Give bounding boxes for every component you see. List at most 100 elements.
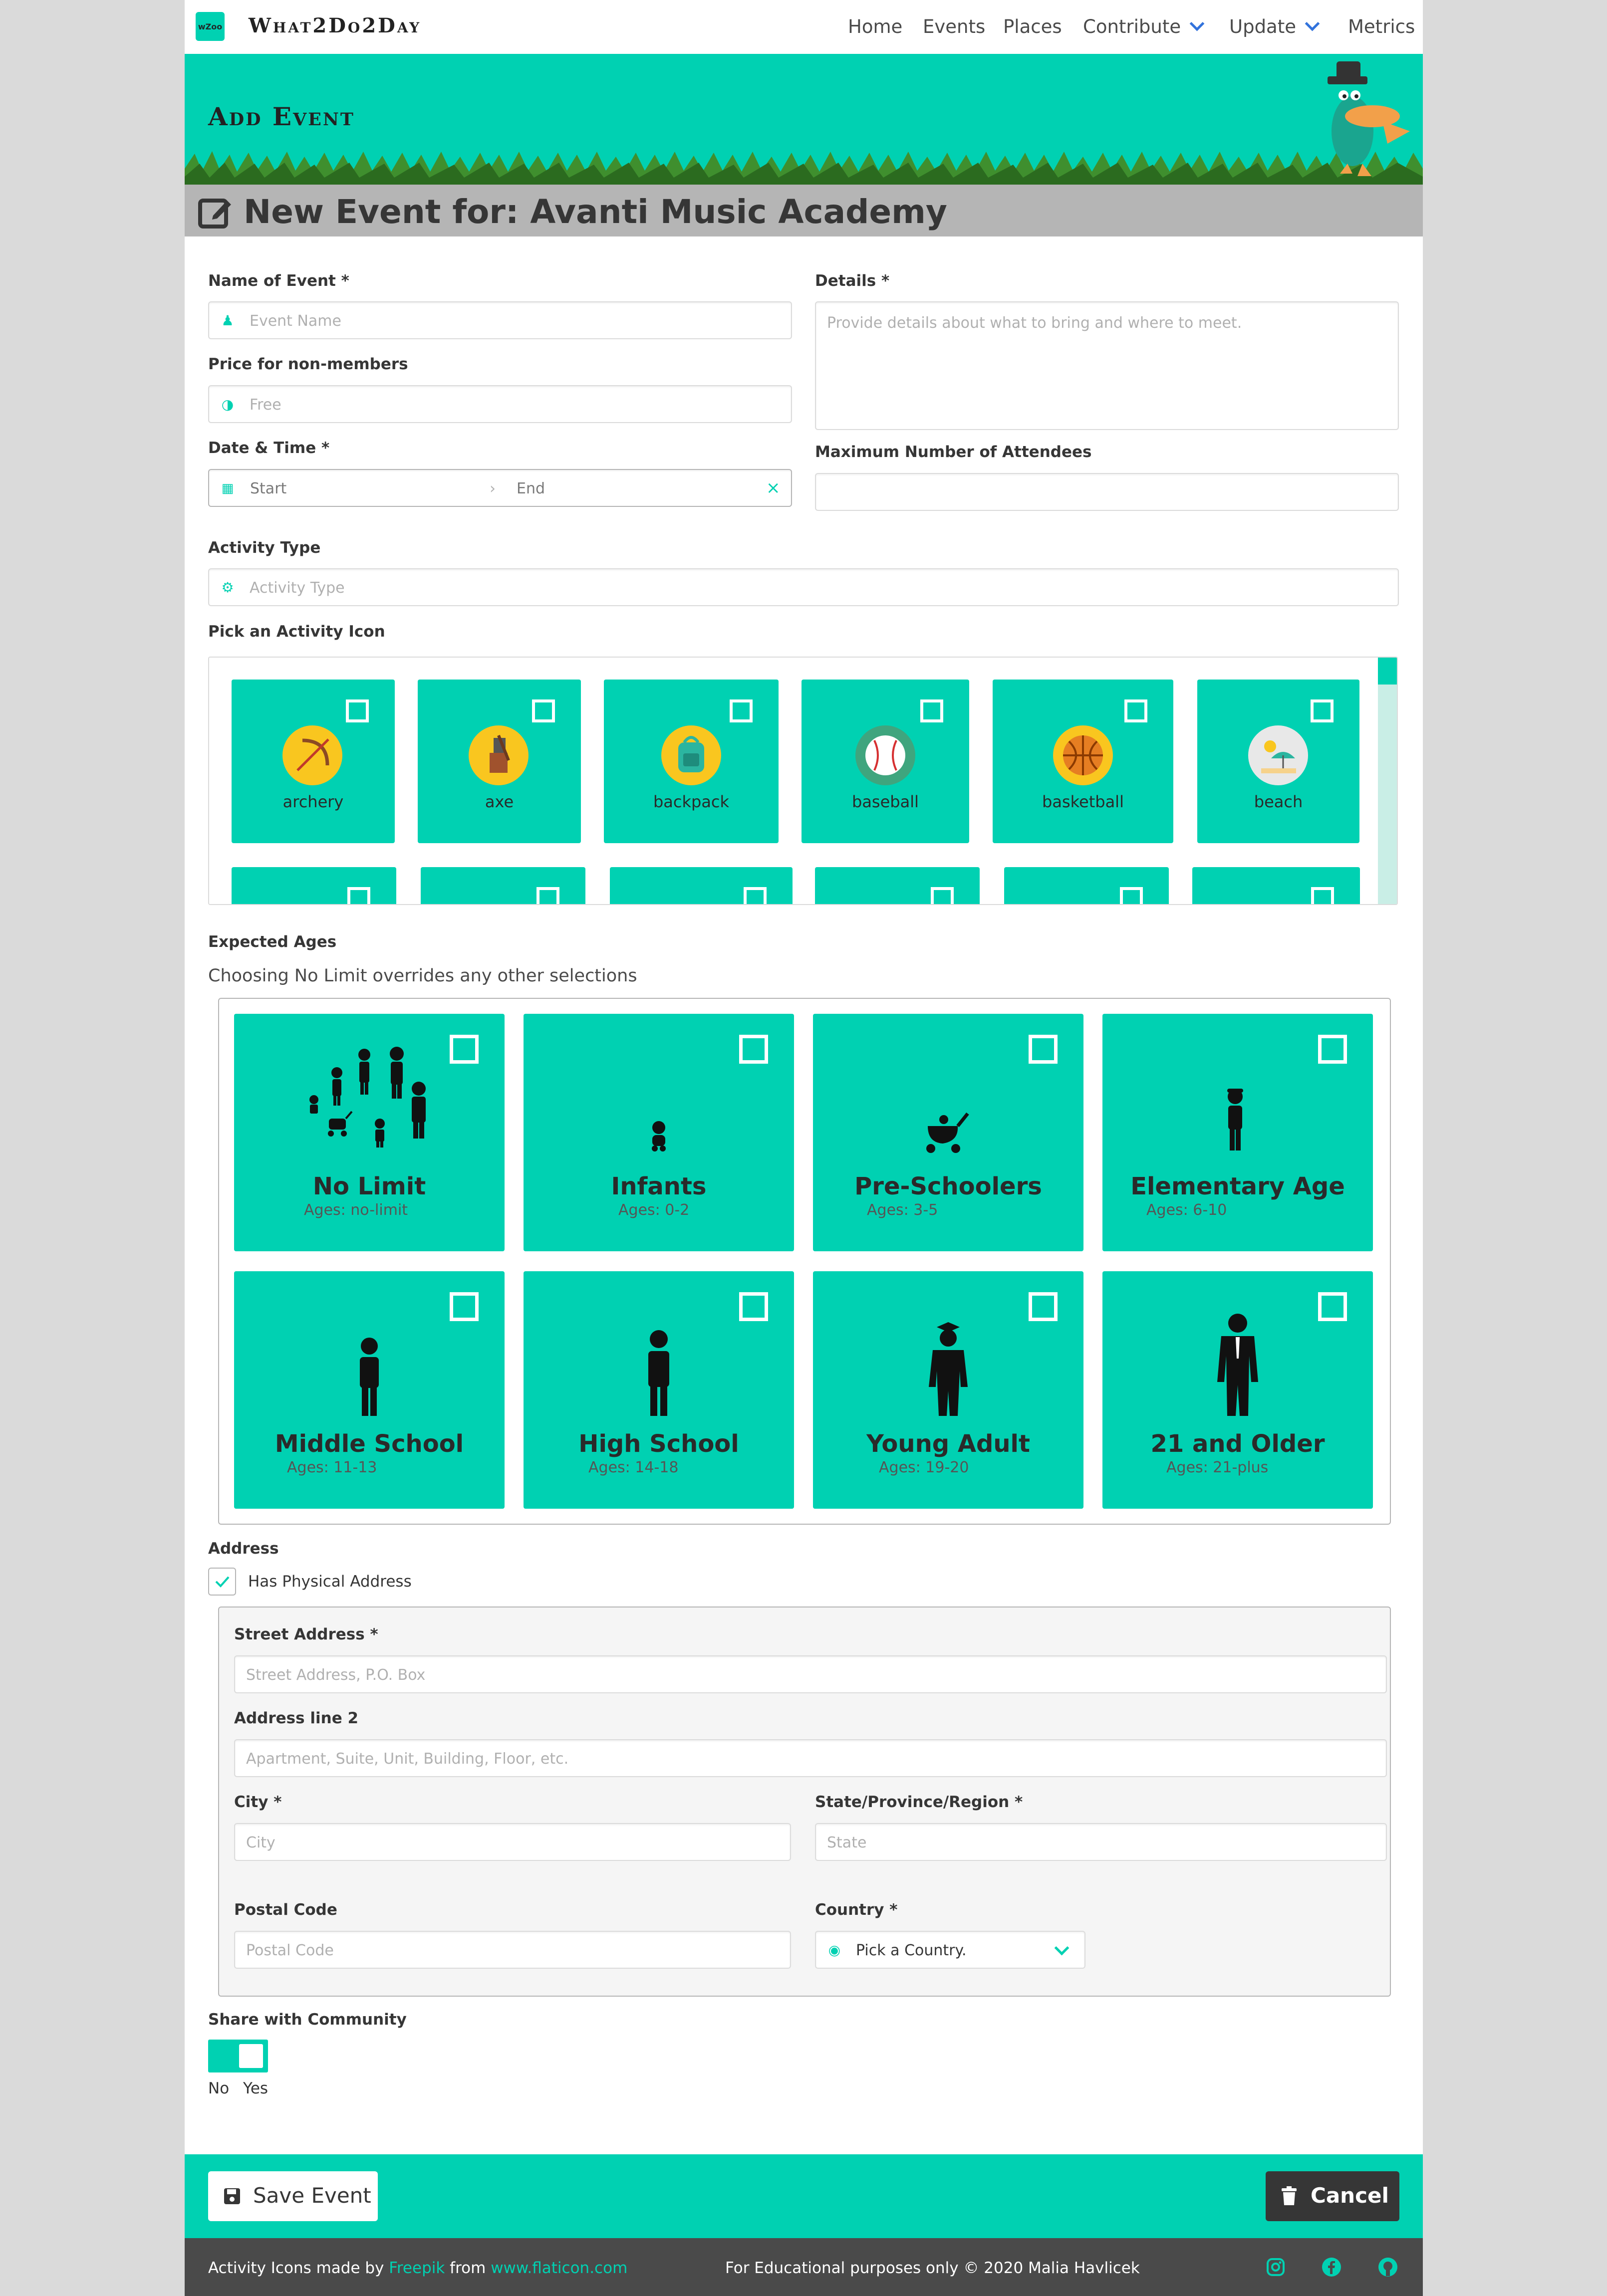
activity-card[interactable] bbox=[1192, 867, 1360, 904]
activity-checkbox[interactable] bbox=[730, 699, 753, 722]
github-icon[interactable] bbox=[1377, 2256, 1399, 2278]
activity-checkbox[interactable] bbox=[532, 699, 555, 722]
address-fieldset: Street Address * Street Address, P.O. Bo… bbox=[218, 1607, 1391, 1997]
activity-checkbox[interactable] bbox=[920, 699, 943, 722]
activity-card[interactable] bbox=[610, 867, 793, 904]
activity-checkbox[interactable] bbox=[347, 887, 370, 904]
scrollbar[interactable] bbox=[1378, 658, 1397, 904]
flaticon-link[interactable]: www.flaticon.com bbox=[491, 2259, 627, 2277]
nav-home[interactable]: Home bbox=[848, 16, 902, 37]
age-card-21-and-older[interactable]: 21 and Older Ages: 21-plus bbox=[1102, 1271, 1373, 1509]
activity-card[interactable] bbox=[232, 867, 396, 904]
country-value: Pick a Country. bbox=[856, 1942, 967, 1959]
calendar-icon: ▦ bbox=[221, 481, 234, 496]
activity-type-placeholder: Activity Type bbox=[250, 579, 345, 597]
activity-card-archery[interactable]: archery bbox=[232, 680, 395, 843]
chevron-down-icon bbox=[1189, 16, 1205, 31]
cancel-button[interactable]: Cancel bbox=[1266, 2171, 1399, 2221]
brand-name[interactable]: What2Do2Day bbox=[249, 14, 421, 37]
state-input[interactable]: State bbox=[815, 1823, 1387, 1861]
age-card-infants[interactable]: Infants Ages: 0-2 bbox=[524, 1014, 794, 1251]
activity-card[interactable] bbox=[815, 867, 980, 904]
clear-icon[interactable]: × bbox=[766, 478, 781, 498]
instagram-icon[interactable] bbox=[1265, 2256, 1287, 2278]
platypus-mascot-icon bbox=[1328, 61, 1410, 176]
activity-card-basketball[interactable]: basketball bbox=[993, 680, 1173, 843]
nav-contribute[interactable]: Contribute bbox=[1083, 16, 1205, 37]
activity-card-beach[interactable]: beach bbox=[1197, 680, 1359, 843]
age-title: Pre-Schoolers bbox=[854, 1172, 1042, 1200]
page: wZoo What2Do2Day Home Events Places Cont… bbox=[185, 0, 1423, 2296]
details-textarea[interactable]: Provide details about what to bring and … bbox=[815, 301, 1399, 430]
activity-checkbox[interactable] bbox=[1311, 887, 1334, 904]
price-input[interactable]: ◑ Free bbox=[208, 385, 792, 423]
street-label: Street Address * bbox=[234, 1625, 378, 1643]
activity-checkbox[interactable] bbox=[1124, 699, 1147, 722]
activity-card[interactable] bbox=[1004, 867, 1169, 904]
share-toggle[interactable] bbox=[208, 2040, 268, 2072]
event-subheader: New Event for: Avanti Music Academy bbox=[185, 185, 1423, 236]
postal-code-input[interactable]: Postal Code bbox=[234, 1931, 791, 1969]
activity-card-axe[interactable]: axe bbox=[418, 680, 581, 843]
edit-icon bbox=[198, 199, 231, 229]
age-range: Ages: 14-18 bbox=[588, 1459, 679, 1476]
datetime-range-input[interactable]: ▦ Start › End × bbox=[208, 469, 792, 507]
age-title: No Limit bbox=[312, 1172, 426, 1200]
nav-metrics[interactable]: Metrics bbox=[1348, 16, 1415, 37]
nav-update[interactable]: Update bbox=[1229, 16, 1320, 37]
page-title: Add Event bbox=[208, 102, 355, 131]
street-placeholder: Street Address, P.O. Box bbox=[246, 1666, 426, 1684]
nav-places[interactable]: Places bbox=[1003, 16, 1062, 37]
activity-checkbox[interactable] bbox=[536, 887, 559, 904]
activity-card[interactable] bbox=[421, 867, 585, 904]
address-line2-input[interactable]: Apartment, Suite, Unit, Building, Floor,… bbox=[234, 1739, 1387, 1777]
chevron-down-icon bbox=[1054, 1940, 1070, 1956]
activity-checkbox[interactable] bbox=[346, 699, 369, 722]
grass-decoration bbox=[185, 151, 1423, 185]
scrollbar-thumb[interactable] bbox=[1378, 658, 1397, 685]
has-address-label[interactable]: Has Physical Address bbox=[248, 1573, 412, 1591]
age-range: Ages: no-limit bbox=[304, 1201, 408, 1219]
postal-label: Postal Code bbox=[234, 1901, 337, 1919]
age-card-high-school[interactable]: High School Ages: 14-18 bbox=[524, 1271, 794, 1509]
activity-card-backpack[interactable]: backpack bbox=[604, 680, 779, 843]
age-card-elementary-age[interactable]: Elementary Age Ages: 6-10 bbox=[1102, 1014, 1373, 1251]
activity-type-input[interactable]: ⚙ Activity Type bbox=[208, 568, 1399, 606]
max-attendees-input[interactable] bbox=[815, 473, 1399, 511]
activity-checkbox[interactable] bbox=[744, 887, 767, 904]
age-card-pre-schoolers[interactable]: Pre-Schoolers Ages: 3-5 bbox=[813, 1014, 1083, 1251]
hero-banner: Add Event bbox=[185, 54, 1423, 185]
details-label: Details * bbox=[815, 272, 890, 290]
price-placeholder: Free bbox=[250, 396, 281, 414]
age-range: Ages: 3-5 bbox=[867, 1201, 938, 1219]
event-name-input[interactable]: ♟ Event Name bbox=[208, 301, 792, 339]
event-name-placeholder: Event Name bbox=[250, 312, 341, 330]
footer: Activity Icons made by Freepik from www.… bbox=[185, 2238, 1423, 2296]
activity-icon-picker[interactable]: archery axe backpack baseball basketball… bbox=[208, 657, 1398, 905]
has-address-checkbox[interactable] bbox=[208, 1568, 236, 1596]
save-event-button[interactable]: Save Event bbox=[208, 2171, 378, 2221]
save-icon bbox=[224, 2188, 240, 2204]
activity-checkbox[interactable] bbox=[931, 887, 954, 904]
nav-contribute-label: Contribute bbox=[1083, 16, 1181, 37]
freepik-link[interactable]: Freepik bbox=[389, 2259, 445, 2277]
age-card-no-limit[interactable]: No Limit Ages: no-limit bbox=[234, 1014, 505, 1251]
basketball-icon bbox=[1053, 725, 1113, 785]
city-input[interactable]: City bbox=[234, 1823, 791, 1861]
activity-checkbox[interactable] bbox=[1120, 887, 1143, 904]
line2-label: Address line 2 bbox=[234, 1709, 359, 1727]
age-card-young-adult[interactable]: Young Adult Ages: 19-20 bbox=[813, 1271, 1083, 1509]
activity-label: beach bbox=[1254, 792, 1303, 811]
street-input[interactable]: Street Address, P.O. Box bbox=[234, 1655, 1387, 1693]
chevron-down-icon bbox=[1305, 16, 1320, 31]
age-card-middle-school[interactable]: Middle School Ages: 11-13 bbox=[234, 1271, 505, 1509]
activity-checkbox[interactable] bbox=[1311, 699, 1334, 722]
activity-card-baseball[interactable]: baseball bbox=[802, 680, 969, 843]
nav-events[interactable]: Events bbox=[923, 16, 985, 37]
activity-icon-label: Pick an Activity Icon bbox=[208, 623, 385, 641]
age-range: Ages: 11-13 bbox=[287, 1459, 377, 1476]
logo-icon[interactable]: wZoo bbox=[196, 12, 225, 41]
facebook-icon[interactable] bbox=[1321, 2256, 1342, 2278]
adult-icon bbox=[1217, 1314, 1258, 1416]
country-select[interactable]: ◉ Pick a Country. bbox=[815, 1931, 1085, 1969]
